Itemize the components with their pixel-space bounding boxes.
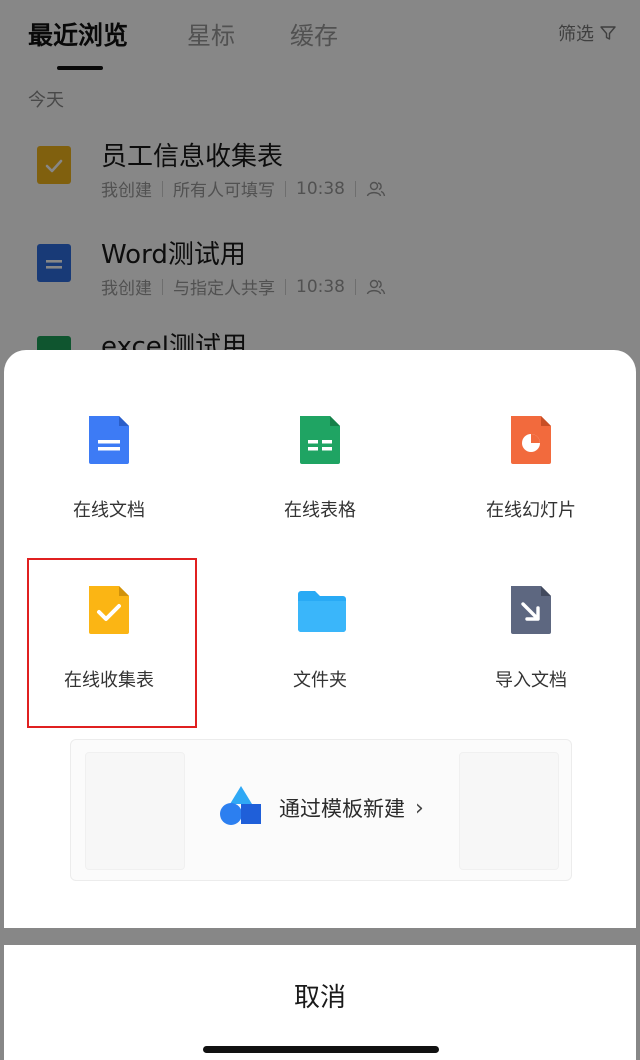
cancel-label: 取消: [293, 983, 346, 1013]
home-indicator: [203, 1046, 439, 1053]
import-doc-icon: [507, 584, 555, 636]
create-online-sheet-button[interactable]: 在线表格: [215, 350, 425, 521]
template-content: 通过模板新建 ›: [217, 784, 424, 832]
template-preview: [459, 752, 559, 870]
option-label: 文件夹: [293, 670, 347, 691]
cancel-button[interactable]: 取消: [4, 945, 636, 1060]
create-online-doc-button[interactable]: 在线文档: [4, 350, 214, 521]
online-sheet-icon: [296, 414, 344, 466]
screen: 最近浏览 星标 缓存 筛选 今天 员工信息收集表 我创建 所有人可填写 10:3…: [0, 0, 640, 1060]
create-from-template-button[interactable]: 通过模板新建 ›: [70, 739, 572, 881]
option-label: 在线幻灯片: [486, 500, 576, 521]
template-label: 通过模板新建: [279, 797, 405, 821]
template-shapes-icon: [217, 784, 265, 832]
option-label: 在线文档: [73, 500, 145, 521]
chevron-right-icon: ›: [415, 795, 424, 821]
create-online-slide-button[interactable]: 在线幻灯片: [426, 350, 636, 521]
online-slide-icon: [507, 414, 555, 466]
option-label: 导入文档: [495, 670, 567, 691]
highlight-annotation: [27, 558, 197, 728]
option-label: 在线表格: [284, 500, 356, 521]
create-folder-button[interactable]: 文件夹: [215, 520, 425, 691]
online-doc-icon: [85, 414, 133, 466]
folder-icon: [296, 584, 346, 636]
template-preview: [85, 752, 185, 870]
import-doc-button[interactable]: 导入文档: [426, 520, 636, 691]
